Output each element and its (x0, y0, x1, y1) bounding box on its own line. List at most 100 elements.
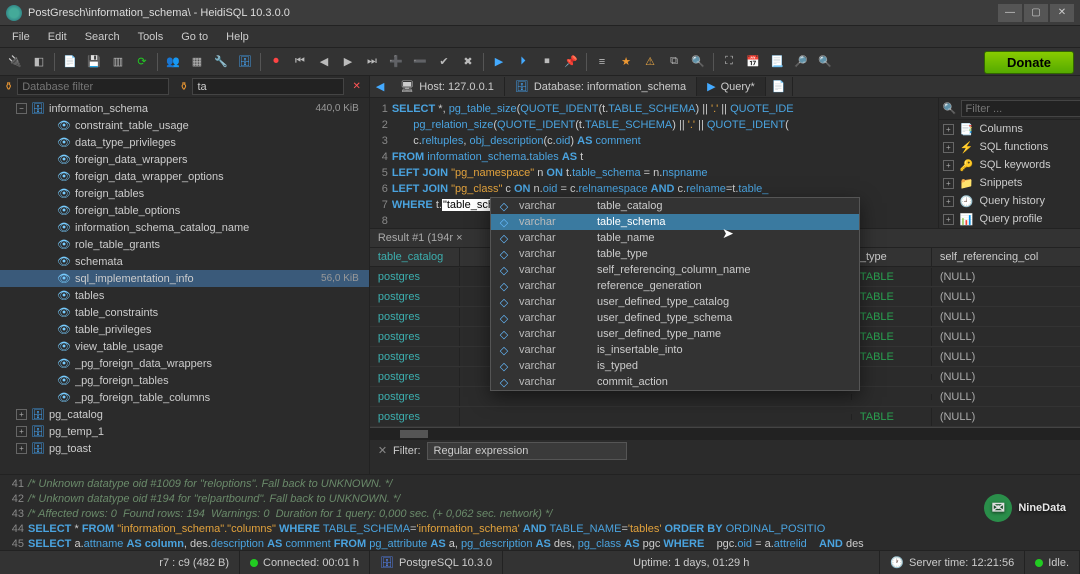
tree-item[interactable]: 👁view_table_usage (0, 338, 369, 355)
autocomplete-item[interactable]: ◇varcharself_referencing_column_name (491, 262, 859, 278)
close-button[interactable]: ✕ (1050, 4, 1074, 22)
zoom-in-icon[interactable]: 🔎 (790, 51, 812, 73)
save-icon[interactable]: 💾 (83, 51, 105, 73)
record-icon[interactable]: ⏺ (265, 51, 287, 73)
object-tree[interactable]: −🗄information_schema440,0 KiB👁constraint… (0, 98, 369, 474)
menu-file[interactable]: File (4, 28, 38, 46)
tab-host[interactable]: 🖥Host: 127.0.0.1 (390, 77, 505, 96)
db-icon[interactable]: 🗄 (234, 51, 256, 73)
page-icon[interactable]: 📃 (766, 51, 788, 73)
null-icon[interactable]: ⛶ (718, 51, 740, 73)
zoom-out-icon[interactable]: 🔍 (814, 51, 836, 73)
col-header[interactable]: table_catalog (370, 248, 460, 266)
new-file-icon[interactable]: 📄 (59, 51, 81, 73)
tree-toggle-icon[interactable]: + (16, 409, 27, 420)
check-icon[interactable]: ✔ (433, 51, 455, 73)
run-step-icon[interactable]: ⏵ (512, 51, 534, 73)
tree-item[interactable]: +🗄pg_temp_1 (0, 423, 369, 440)
autocomplete-item[interactable]: ◇varcharcommit_action (491, 374, 859, 390)
tree-item[interactable]: 👁foreign_tables (0, 185, 369, 202)
database-filter-input[interactable] (17, 78, 169, 95)
calendar-icon[interactable]: 📅 (742, 51, 764, 73)
helper-filter-input[interactable] (961, 100, 1080, 117)
sql-log[interactable]: 41/* Unknown datatype oid #1009 for "rel… (0, 474, 1080, 550)
stop-icon[interactable]: ⏹ (536, 51, 558, 73)
tree-item[interactable]: 👁foreign_data_wrappers (0, 151, 369, 168)
last-icon[interactable]: ⏭ (361, 51, 383, 73)
autocomplete-item[interactable]: ◇varchartable_schema (491, 214, 859, 230)
tab-database[interactable]: 🗄Database: information_schema (505, 77, 697, 96)
connect-icon[interactable]: 🔌 (4, 51, 26, 73)
autocomplete-item[interactable]: ◇varcharuser_defined_type_schema (491, 310, 859, 326)
tree-toggle-icon[interactable]: + (16, 443, 27, 454)
menu-go-to[interactable]: Go to (173, 28, 216, 46)
pin-icon[interactable]: 📌 (560, 51, 582, 73)
autocomplete-popup[interactable]: ◇varchartable_catalog◇varchartable_schem… (490, 197, 860, 391)
result-filter-input[interactable] (427, 442, 627, 460)
expand-icon[interactable]: + (943, 160, 954, 171)
clear-filter-icon[interactable]: ✕ (348, 81, 364, 92)
tree-item[interactable]: 👁table_privileges (0, 321, 369, 338)
warn-icon[interactable]: ⚠ (639, 51, 661, 73)
expand-icon[interactable]: + (943, 196, 954, 207)
tree-item[interactable]: +🗄pg_toast (0, 440, 369, 457)
autocomplete-item[interactable]: ◇varcharreference_generation (491, 278, 859, 294)
maximize-button[interactable]: ▢ (1024, 4, 1048, 22)
autocomplete-item[interactable]: ◇varcharuser_defined_type_name (491, 326, 859, 342)
helper-item[interactable]: +📊Query profile (939, 210, 1080, 228)
plus-icon[interactable]: ➕ (385, 51, 407, 73)
autocomplete-item[interactable]: ◇varcharis_typed (491, 358, 859, 374)
tree-toggle-icon[interactable]: − (16, 103, 27, 114)
autocomplete-item[interactable]: ◇varchartable_name (491, 230, 859, 246)
prev-icon[interactable]: ◀ (313, 51, 335, 73)
expand-icon[interactable]: + (943, 214, 954, 225)
tree-item[interactable]: 👁sql_implementation_info56,0 KiB (0, 270, 369, 287)
helper-item[interactable]: +📁Snippets (939, 174, 1080, 192)
cancel-icon[interactable]: ✖ (457, 51, 479, 73)
horizontal-scrollbar[interactable] (370, 427, 1080, 439)
autocomplete-item[interactable]: ◇varcharuser_defined_type_catalog (491, 294, 859, 310)
tree-item[interactable]: +🗄pg_catalog (0, 406, 369, 423)
next-icon[interactable]: ▶ (337, 51, 359, 73)
tree-item[interactable]: 👁_pg_foreign_data_wrappers (0, 355, 369, 372)
tree-item[interactable]: −🗄information_schema440,0 KiB (0, 100, 369, 117)
menu-search[interactable]: Search (77, 28, 128, 46)
close-filter-icon[interactable]: ✕ (378, 444, 387, 457)
tree-item[interactable]: 👁foreign_data_wrapper_options (0, 168, 369, 185)
first-icon[interactable]: ⏮ (289, 51, 311, 73)
star-icon[interactable]: ★ (615, 51, 637, 73)
helper-item[interactable]: +🔑SQL keywords (939, 156, 1080, 174)
helper-item[interactable]: +⚡SQL functions (939, 138, 1080, 156)
refresh-icon[interactable]: ⟳ (131, 51, 153, 73)
tree-item[interactable]: 👁data_type_privileges (0, 134, 369, 151)
wrench-icon[interactable]: 🔧 (210, 51, 232, 73)
menu-help[interactable]: Help (218, 28, 257, 46)
tree-item[interactable]: 👁information_schema_catalog_name (0, 219, 369, 236)
run-icon[interactable]: ▶ (488, 51, 510, 73)
users-icon[interactable]: 👥 (162, 51, 184, 73)
tree-item[interactable]: 👁constraint_table_usage (0, 117, 369, 134)
minimize-button[interactable]: — (998, 4, 1022, 22)
prev-tab-icon[interactable]: ◀ (370, 80, 390, 93)
table-tool-icon[interactable]: ▦ (186, 51, 208, 73)
panel-icon[interactable]: ▥ (107, 51, 129, 73)
menu-edit[interactable]: Edit (40, 28, 75, 46)
expand-icon[interactable]: + (943, 178, 954, 189)
expand-icon[interactable]: + (943, 142, 954, 153)
autocomplete-item[interactable]: ◇varchartable_catalog (491, 198, 859, 214)
new-window-icon[interactable]: ◧ (28, 51, 50, 73)
expand-icon[interactable]: + (943, 124, 954, 135)
tree-toggle-icon[interactable]: + (16, 426, 27, 437)
tree-item[interactable]: 👁tables (0, 287, 369, 304)
tree-item[interactable]: 👁role_table_grants (0, 236, 369, 253)
autocomplete-item[interactable]: ◇varcharis_insertable_into (491, 342, 859, 358)
find-icon[interactable]: 🔍 (687, 51, 709, 73)
col-header[interactable]: _type (852, 248, 932, 266)
table-row[interactable]: postgresTABLE(NULL) (370, 407, 1080, 427)
helper-item[interactable]: +📑Columns (939, 120, 1080, 138)
copy-icon[interactable]: ⧉ (663, 51, 685, 73)
col-header[interactable]: self_referencing_col (932, 248, 1080, 266)
menu-tools[interactable]: Tools (130, 28, 172, 46)
autocomplete-item[interactable]: ◇varchartable_type (491, 246, 859, 262)
donate-button[interactable]: Donate (984, 51, 1074, 74)
